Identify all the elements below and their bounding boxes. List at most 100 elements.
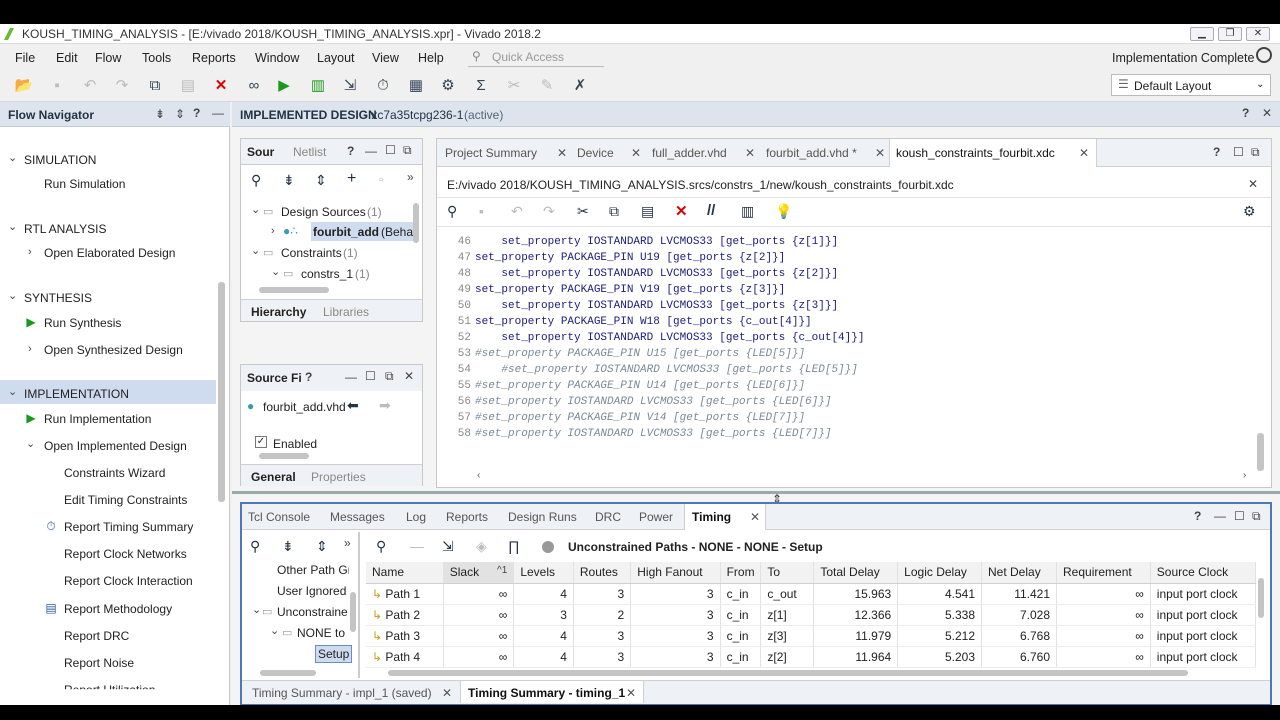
chevron-down-icon[interactable]: ⌄ [8, 220, 17, 233]
help-icon[interactable]: ? [305, 370, 312, 384]
chevron-right-icon[interactable]: › [28, 246, 32, 258]
redo-icon[interactable]: ↷ [543, 203, 555, 220]
report-noise[interactable]: Report Noise [64, 656, 134, 670]
chevron-right-icon[interactable]: › [28, 343, 32, 355]
tree-setup[interactable]: Setup [315, 645, 353, 663]
tab-full-adder[interactable]: full_adder.vhd [652, 146, 727, 160]
menu-flow[interactable]: Flow [95, 51, 121, 65]
copy-icon[interactable]: ⧉ [609, 203, 619, 220]
tab-device[interactable]: Device [577, 146, 614, 160]
design-sources-label[interactable]: Design Sources [281, 205, 366, 219]
tab-hierarchy[interactable]: Hierarchy [251, 305, 306, 319]
column-header[interactable]: Logic Delay [897, 562, 982, 584]
chevron-down-icon[interactable]: ⌄ [8, 151, 17, 164]
column-header[interactable]: High Fanout [630, 562, 721, 584]
report-clock-networks[interactable]: Report Clock Networks [64, 547, 187, 561]
code-line[interactable]: 57 #set_property PACKAGE_PIN V14 [get_por… [443, 410, 1253, 426]
close-tab-icon[interactable]: ✕ [750, 510, 760, 524]
tab-project-summary[interactable]: Project Summary [445, 146, 537, 160]
sources-hscroll[interactable] [259, 287, 329, 293]
table-hscroll[interactable] [388, 670, 1188, 676]
maximize-panel-icon[interactable]: ☐ [1233, 145, 1244, 159]
close-tab-icon[interactable]: ✕ [442, 686, 452, 700]
tree-unconstrained[interactable]: Unconstraine [277, 605, 349, 619]
tab-power[interactable]: Power [639, 510, 673, 524]
close-tab-icon[interactable]: ✕ [626, 686, 636, 700]
chevron-down-icon[interactable]: ⌄ [251, 203, 260, 216]
overflow-icon[interactable]: » [407, 170, 414, 184]
paste-icon[interactable]: ▤ [641, 203, 654, 220]
code-line[interactable]: 56 #set_property IOSTANDARD LVCMOS33 [get… [443, 394, 1253, 410]
tab-log[interactable]: Log [406, 510, 426, 524]
maximize-panel-icon[interactable]: ☐ [365, 369, 376, 383]
tab-drc[interactable]: DRC [595, 510, 621, 524]
pane-divider[interactable] [358, 532, 360, 678]
run-synthesis[interactable]: Run Synthesis [44, 316, 121, 330]
open-implemented-design[interactable]: Open Implemented Design [44, 439, 187, 453]
tab-design-runs[interactable]: Design Runs [508, 510, 577, 524]
tab-tcl-console[interactable]: Tcl Console [248, 510, 310, 524]
close-tab-icon[interactable]: ✕ [875, 146, 885, 160]
delete-icon[interactable]: ✕ [211, 76, 231, 96]
search-icon[interactable]: ⚲ [250, 538, 260, 555]
column-header[interactable]: Net Delay [981, 562, 1058, 584]
menu-view[interactable]: View [372, 51, 399, 65]
redo-icon[interactable]: ↷ [112, 76, 132, 96]
column-header[interactable]: To [760, 562, 815, 584]
generate-bitstream-icon[interactable]: ▥ [308, 76, 328, 96]
chevron-down-icon[interactable]: ⌄ [271, 265, 280, 278]
chevron-down-icon[interactable]: ⌄ [270, 624, 279, 637]
cancel-run-icon[interactable]: ✗ [570, 76, 590, 96]
tree-user-ignored[interactable]: User Ignored [277, 584, 346, 598]
schematic-icon[interactable]: ∏ [508, 538, 520, 554]
menu-tools[interactable]: Tools [142, 51, 171, 65]
expand-all-icon[interactable]: ⇕ [315, 172, 327, 189]
help-icon[interactable]: ? [1194, 509, 1201, 523]
constrs-1-label[interactable]: constrs_1 [301, 267, 353, 281]
help-icon[interactable]: ? [347, 144, 354, 158]
minimize-button[interactable]: ▁ [1190, 27, 1214, 41]
column-header[interactable]: Source Clock [1150, 562, 1256, 584]
maximize-panel-icon[interactable]: ☐ [385, 143, 396, 157]
close-icon[interactable]: ✕ [1248, 177, 1258, 191]
menu-layout[interactable]: Layout [317, 51, 355, 65]
code-line[interactable]: 52 set_property IOSTANDARD LVCMOS33 [get… [443, 330, 1253, 346]
code-line[interactable]: 49 set_property PACKAGE_PIN V19 [get_port… [443, 282, 1253, 298]
report-drc[interactable]: Report DRC [64, 629, 129, 643]
column-header[interactable]: Requirement [1056, 562, 1151, 584]
column-header[interactable]: Routes [573, 562, 632, 584]
marker-icon[interactable]: ◈ [476, 538, 487, 555]
chevron-down-icon[interactable]: ⌄ [26, 437, 35, 450]
code-line[interactable]: 51 set_property PACKAGE_PIN W18 [get_port… [443, 314, 1253, 330]
columns-icon[interactable]: ▥ [741, 203, 754, 220]
code-line[interactable]: 47 set_property PACKAGE_PIN U19 [get_port… [443, 250, 1253, 266]
float-panel-icon[interactable]: ⧉ [403, 143, 412, 158]
collapse-all-icon[interactable]: ⇟ [282, 538, 294, 555]
table-row[interactable]: ↳ Path 1 ∞ 4 3 3 c_in c_out 15.963 4.541 11.421 ∞ i… [366, 583, 1256, 605]
tree-other-path-groups[interactable]: Other Path Gr [277, 563, 349, 577]
quick-access-field[interactable]: ⚲ Quick Access [468, 47, 604, 67]
tab-properties[interactable]: Properties [311, 470, 366, 484]
chevron-down-icon[interactable]: ⌄ [8, 385, 17, 398]
scroll-right-icon[interactable]: › [1243, 470, 1246, 481]
horizontal-splitter[interactable] [232, 491, 1280, 494]
column-header[interactable]: Slack ^1 [443, 562, 515, 584]
expand-all-icon[interactable]: ⇕ [175, 107, 185, 121]
export-icon[interactable]: ⇲ [442, 538, 454, 555]
open-project-icon[interactable]: 📂 [14, 76, 34, 96]
sources-vscroll[interactable] [413, 203, 419, 243]
run-simulation[interactable]: Run Simulation [44, 177, 125, 191]
table-row[interactable]: ↳ Path 2 ∞ 3 2 3 c_in z[1] 12.366 5.338 7.028 ∞ inp… [366, 604, 1256, 626]
code-line[interactable]: 55 #set_property PACKAGE_PIN U14 [get_por… [443, 378, 1253, 394]
report-icon[interactable]: ▦ [406, 76, 426, 96]
float-panel-icon[interactable]: ⧉ [385, 369, 394, 384]
constraints-label[interactable]: Constraints [281, 246, 342, 260]
close-tab-icon[interactable]: ✕ [557, 146, 567, 160]
tab-fourbit-add[interactable]: fourbit_add.vhd * [766, 146, 857, 160]
chevron-down-icon[interactable]: ⌄ [252, 603, 261, 616]
code-line[interactable]: 48 set_property IOSTANDARD LVCMOS33 [get… [443, 266, 1253, 282]
layout-select[interactable]: ☰ Default Layout ⌄ [1111, 74, 1271, 96]
code-line[interactable]: 58 #set_property IOSTANDARD LVCMOS33 [get… [443, 426, 1253, 442]
run-implementation[interactable]: Run Implementation [44, 412, 151, 426]
disabled-edit-icon[interactable]: ✎ [537, 76, 557, 96]
